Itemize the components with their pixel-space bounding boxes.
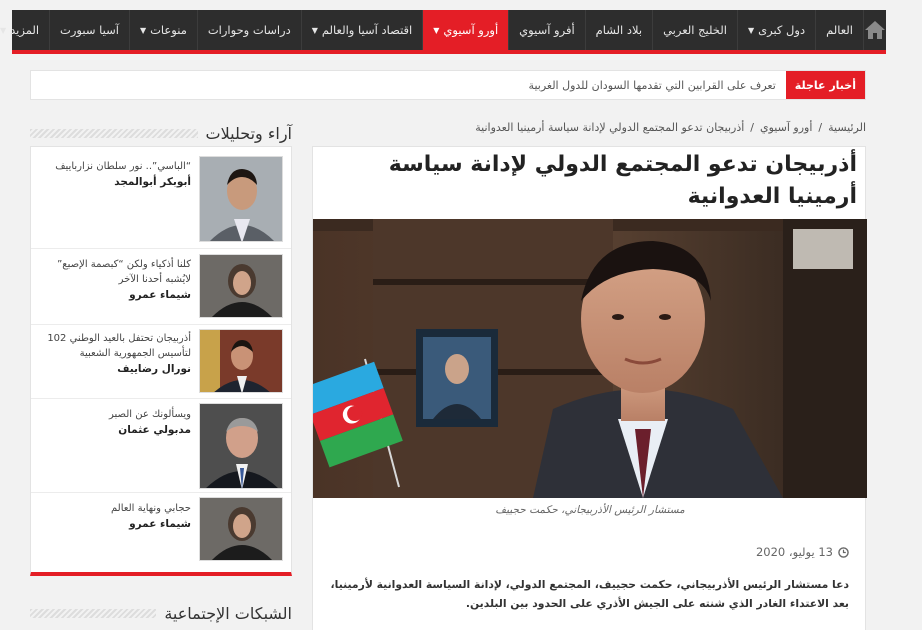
opinion-title[interactable]: أذربيجان تحتفل بالعيد الوطني 102 لتأسيس … bbox=[39, 331, 191, 361]
header-stripes bbox=[30, 608, 157, 618]
image-caption: مستشار الرئيس الأذربيجاني، حكمت حجييف bbox=[495, 504, 685, 516]
breadcrumb-current: أذربيجان تدعو المجتمع الدولي لإدانة سياس… bbox=[475, 120, 745, 134]
nav-item-studies[interactable]: دراسات وحوارات bbox=[196, 10, 301, 50]
nav-item-major-countries[interactable]: دول كبرى ▼ bbox=[736, 10, 815, 50]
nav-item-misc[interactable]: منوعات ▼ bbox=[128, 10, 197, 50]
author-photo bbox=[199, 403, 283, 489]
caret-down-icon: ▼ bbox=[747, 25, 755, 35]
opinion-item[interactable]: “الباسي”.. نور سلطان نزارباييف أبوبكر أب… bbox=[31, 147, 291, 249]
nav-item-economy[interactable]: اقتصاد آسيا والعالم ▼ bbox=[300, 10, 423, 50]
opinion-title[interactable]: كلنا أذكياء ولكن “كبصمة الإصبع” لايُشبه … bbox=[39, 257, 191, 287]
article-hero-image bbox=[313, 219, 867, 498]
opinion-author[interactable]: أبوبكر أبوالمجد bbox=[39, 176, 191, 188]
opinion-author[interactable]: شيماء عمرو bbox=[39, 518, 191, 530]
author-photo bbox=[199, 156, 283, 242]
opinions-widget: “الباسي”.. نور سلطان نزارباييف أبوبكر أب… bbox=[30, 146, 292, 576]
breaking-news-bar: أخبار عاجلة تعرف على القرابين التي تقدمه… bbox=[30, 70, 866, 100]
nav-item-levant[interactable]: بلاد الشام bbox=[584, 10, 652, 50]
article-title: أذربيجان تدعو المجتمع الدولي لإدانة سياس… bbox=[388, 152, 857, 209]
clock-icon bbox=[838, 546, 849, 558]
opinion-item[interactable]: حجابي ونهاية العالم شيماء عمرو bbox=[31, 493, 291, 573]
opinion-item[interactable]: ويسألونك عن الصبر مدبولي عثمان bbox=[31, 399, 291, 493]
author-photo bbox=[199, 497, 283, 561]
nav-item-afro-asian[interactable]: أفرو آسيوي bbox=[508, 10, 585, 50]
nav-item-euro-asian[interactable]: أورو آسيوي ▼ bbox=[422, 10, 509, 50]
breadcrumb-section[interactable]: أورو آسيوي bbox=[760, 121, 812, 134]
opinion-author[interactable]: شيماء عمرو bbox=[39, 289, 191, 301]
breaking-news-link[interactable]: تعرف على القرابين التي تقدمها السودان لل… bbox=[529, 79, 786, 92]
breadcrumb: الرئيسية / أورو آسيوي / أذربيجان تدعو ال… bbox=[312, 118, 866, 136]
caret-down-icon: ▼ bbox=[0, 25, 7, 35]
opinion-title[interactable]: حجابي ونهاية العالم bbox=[39, 501, 191, 516]
social-header: الشبكات الإجتماعية bbox=[30, 602, 292, 624]
opinion-title[interactable]: “الباسي”.. نور سلطان نزارباييف bbox=[39, 159, 191, 174]
opinions-title: آراء وتحليلات bbox=[205, 123, 292, 143]
author-photo bbox=[199, 329, 283, 393]
home-icon bbox=[865, 21, 885, 39]
opinion-title[interactable]: ويسألونك عن الصبر bbox=[39, 407, 191, 422]
opinion-item[interactable]: كلنا أذكياء ولكن “كبصمة الإصبع” لايُشبه … bbox=[31, 249, 291, 325]
article-body: دعا مستشار الرئيس الأذربيجاني، حكمت حجيي… bbox=[330, 578, 849, 610]
caret-down-icon: ▼ bbox=[433, 25, 440, 35]
opinion-item[interactable]: أذربيجان تحتفل بالعيد الوطني 102 لتأسيس … bbox=[31, 325, 291, 399]
author-photo bbox=[199, 254, 283, 318]
nav-item-gulf[interactable]: الخليج العربي bbox=[652, 10, 737, 50]
caret-down-icon: ▼ bbox=[139, 25, 147, 35]
breadcrumb-separator: / bbox=[750, 120, 755, 134]
article: أذربيجان تدعو المجتمع الدولي لإدانة سياس… bbox=[312, 146, 867, 630]
breaking-news-tag: أخبار عاجلة bbox=[785, 71, 865, 99]
breadcrumb-home[interactable]: الرئيسية bbox=[828, 121, 866, 134]
opinion-author[interactable]: مدبولي عثمان bbox=[39, 424, 191, 436]
header-stripes bbox=[30, 128, 198, 138]
home-button[interactable] bbox=[863, 10, 886, 50]
main-nav: العالم دول كبرى ▼ الخليج العربي بلاد الشا… bbox=[0, 10, 886, 54]
breadcrumb-separator: / bbox=[818, 120, 823, 134]
opinion-author[interactable]: نورال رضاييف bbox=[39, 363, 191, 375]
date-text: 13 يوليو، 2020 bbox=[755, 545, 833, 559]
nav-item-asia-sport[interactable]: آسيا سبورت bbox=[49, 10, 129, 50]
nav-item-world[interactable]: العالم bbox=[815, 10, 863, 50]
social-title: الشبكات الإجتماعية bbox=[164, 603, 292, 623]
article-date: 13 يوليو، 2020 bbox=[756, 545, 849, 559]
nav-item-more[interactable]: المزيد ▼ bbox=[0, 10, 49, 50]
caret-down-icon: ▼ bbox=[311, 25, 318, 35]
opinions-header: آراء وتحليلات bbox=[30, 122, 292, 144]
